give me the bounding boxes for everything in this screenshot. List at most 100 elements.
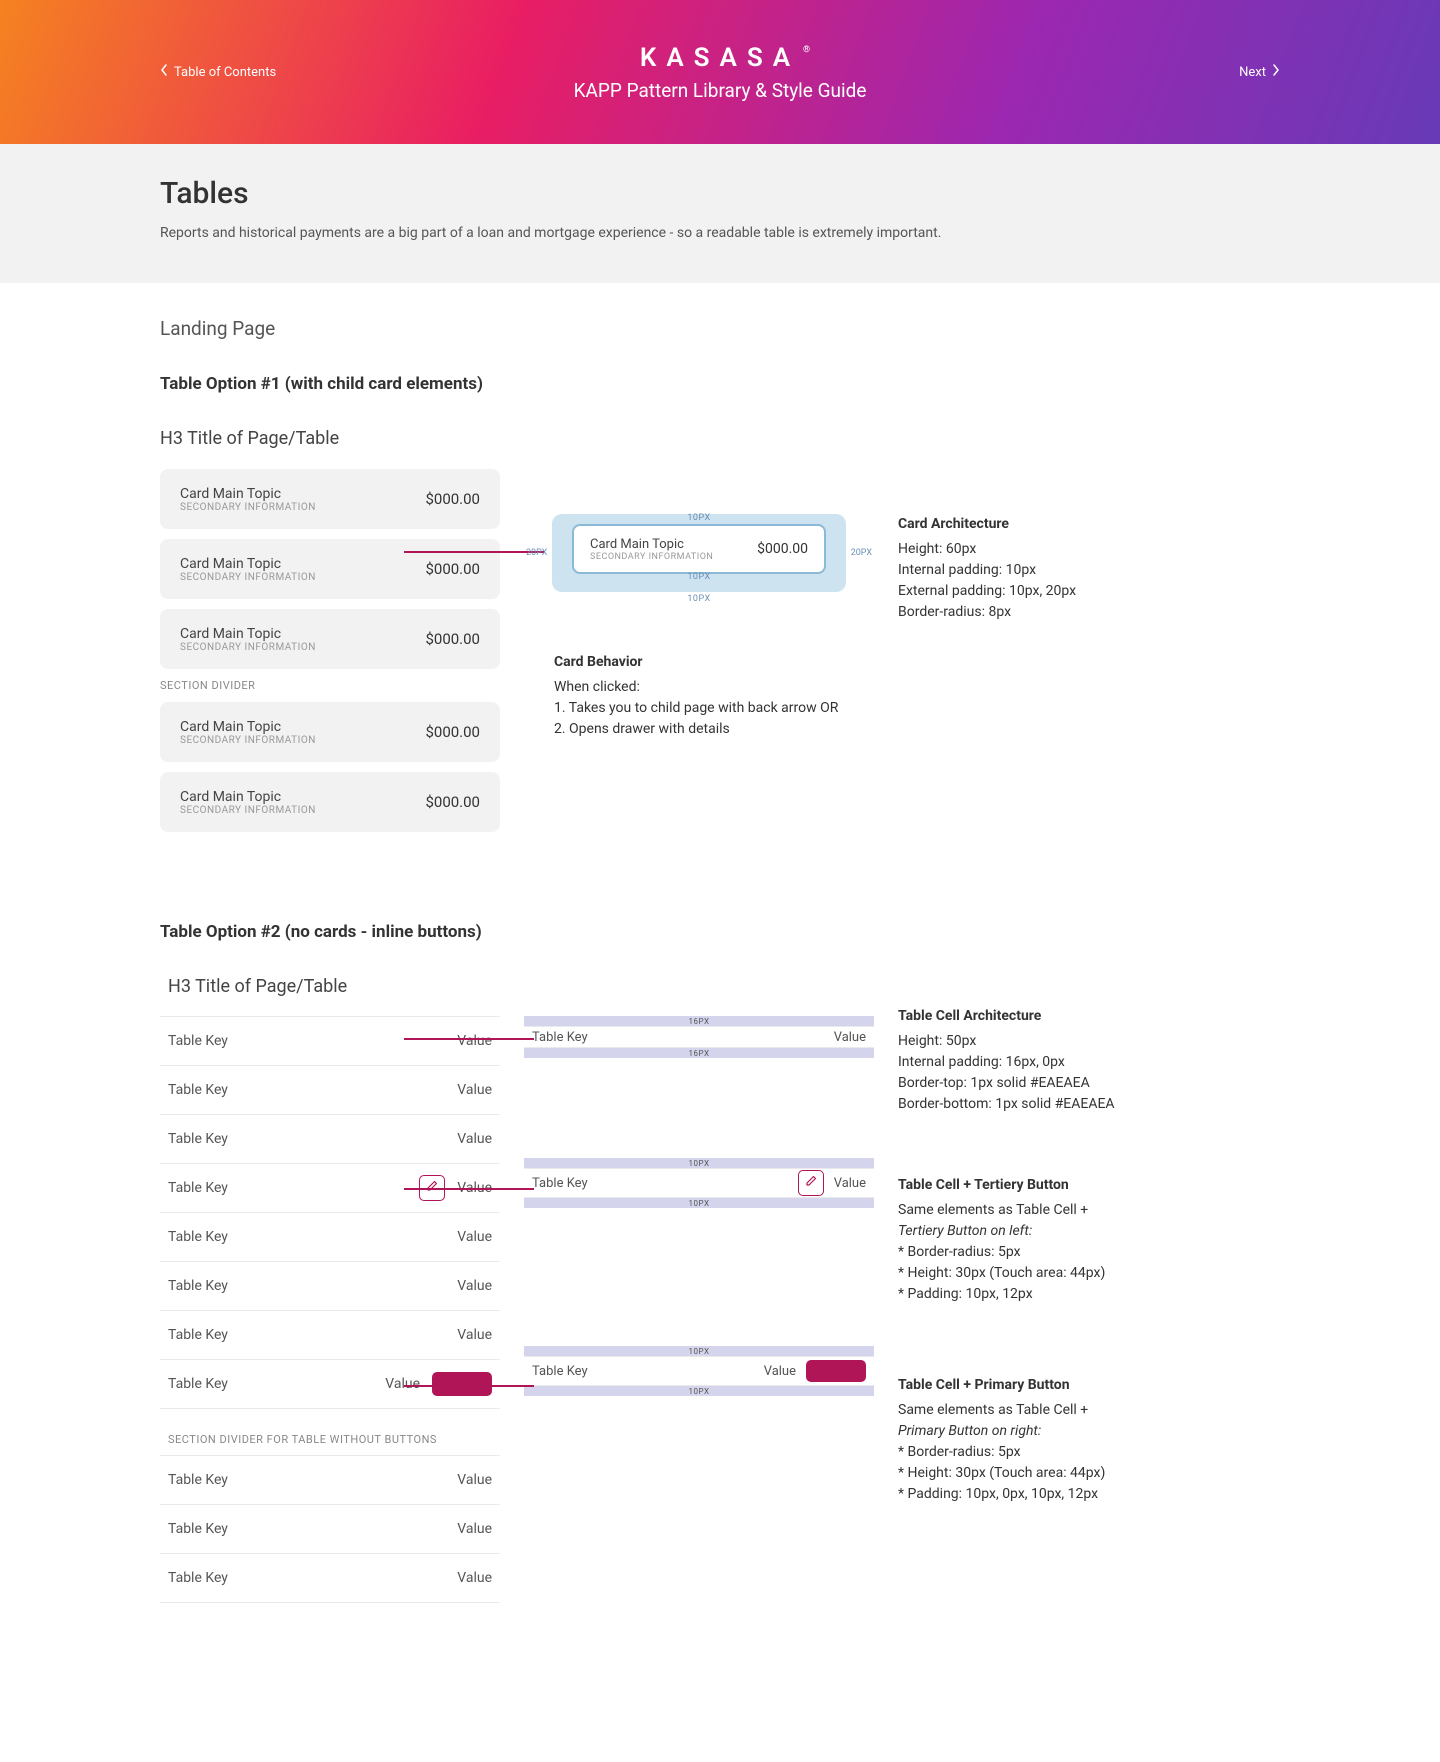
toc-link[interactable]: Table of Contents — [160, 64, 276, 80]
pencil-icon — [805, 1175, 817, 1191]
cell-primary-spec: Table Cell + Primary Button Same element… — [898, 1375, 1280, 1505]
spec-line: 1. Takes you to child page with back arr… — [554, 698, 874, 719]
logo: KASASA ® — [640, 43, 800, 73]
table-key: Table Key — [168, 1033, 228, 1049]
page-description: Reports and historical payments are a bi… — [160, 225, 1280, 241]
cell-tertiary-diagram: 10PX Table Key Value 10PX — [524, 1158, 874, 1208]
table-key: Table Key — [532, 1030, 588, 1045]
spec-line: * Padding: 10px, 0px, 10px, 12px — [898, 1484, 1280, 1505]
spec-line: Height: 50px — [898, 1031, 1280, 1052]
card-secondary: SECONDARY INFORMATION — [180, 642, 316, 653]
card-value: $000.00 — [425, 490, 480, 508]
card-value: $000.00 — [425, 630, 480, 648]
spec-line: * Height: 30px (Touch area: 44px) — [898, 1463, 1280, 1484]
page-title: Tables — [160, 176, 1280, 211]
card-item[interactable]: Card Main Topic SECONDARY INFORMATION $0… — [160, 772, 500, 832]
option1-heading: Table Option #1 (with child card element… — [160, 374, 1280, 394]
table-value: Value — [457, 1521, 492, 1537]
table-key: Table Key — [168, 1180, 228, 1196]
table-value: Value — [457, 1278, 492, 1294]
spec-line: * Height: 30px (Touch area: 44px) — [898, 1263, 1280, 1284]
card-secondary: SECONDARY INFORMATION — [180, 735, 316, 746]
spec-line: Border-top: 1px solid #EAEAEA — [898, 1073, 1280, 1094]
table-value: Value — [385, 1376, 420, 1392]
spec-title: Card Architecture — [898, 514, 1280, 535]
card-secondary: SECONDARY INFORMATION — [180, 502, 316, 513]
card-main: Card Main Topic — [180, 719, 316, 735]
card-list: Card Main Topic SECONDARY INFORMATION $0… — [160, 469, 500, 842]
chevron-right-icon — [1272, 64, 1280, 80]
table-row: Table Key Value — [160, 1016, 500, 1066]
logo-text: KASASA — [640, 43, 800, 73]
px-label: 10PX — [552, 594, 846, 604]
spec-line: Border-radius: 8px — [898, 602, 1280, 623]
spec-title: Table Cell Architecture — [898, 1006, 1280, 1027]
px-label: 16PX — [524, 1048, 874, 1058]
connector-line — [404, 1188, 534, 1190]
connector-line — [404, 1038, 534, 1040]
primary-button[interactable] — [432, 1372, 492, 1396]
spec-line: Same elements as Table Cell + — [898, 1400, 1280, 1421]
spec-line: Same elements as Table Cell + — [898, 1200, 1280, 1221]
card-value: $000.00 — [757, 541, 808, 557]
table-value: Value — [457, 1570, 492, 1586]
toc-label: Table of Contents — [174, 65, 276, 80]
spec-title: Card Behavior — [554, 652, 874, 673]
section-divider: SECTION DIVIDER FOR TABLE WITHOUT BUTTON… — [160, 1433, 500, 1446]
card-value: $000.00 — [425, 723, 480, 741]
primary-button[interactable] — [806, 1360, 866, 1382]
table-row: Table Key Value — [160, 1261, 500, 1311]
card-main: Card Main Topic — [180, 789, 316, 805]
table-example: H3 Title of Page/Table Table Key Value T… — [160, 976, 500, 1603]
table-row: Table Key Value — [160, 1504, 500, 1554]
card-spec-diagram: Card Main Topic SECONDARY INFORMATION $0… — [572, 524, 826, 574]
spec-line: * Border-radius: 5px — [898, 1442, 1280, 1463]
spec-line: 2. Opens drawer with details — [554, 719, 874, 740]
table-key: Table Key — [168, 1327, 228, 1343]
card-item[interactable]: Card Main Topic SECONDARY INFORMATION $0… — [160, 469, 500, 529]
table-value: Value — [457, 1229, 492, 1245]
px-label: 20PX — [851, 548, 872, 558]
table-row: Table Key Value — [160, 1455, 500, 1505]
card-secondary: SECONDARY INFORMATION — [180, 572, 316, 583]
spec-line: External padding: 10px, 20px — [898, 581, 1280, 602]
intro-section: Tables Reports and historical payments a… — [0, 144, 1440, 283]
table-key: Table Key — [168, 1278, 228, 1294]
card-secondary: SECONDARY INFORMATION — [590, 552, 713, 562]
chevron-left-icon — [160, 64, 168, 80]
page-header: Table of Contents Next KASASA ® KAPP Pat… — [0, 0, 1440, 144]
table-title: H3 Title of Page/Table — [160, 976, 500, 997]
card-item[interactable]: Card Main Topic SECONDARY INFORMATION $0… — [160, 609, 500, 669]
cell-primary-diagram: 10PX Table Key Value 10PX — [524, 1346, 874, 1396]
cell-architecture-spec: Table Cell Architecture Height: 50px Int… — [898, 1006, 1280, 1115]
table-row: Table Key Value — [160, 1310, 500, 1360]
table-row: Table Key Value — [160, 1065, 500, 1115]
card-main: Card Main Topic — [180, 626, 316, 642]
px-label: 10PX — [524, 1386, 874, 1396]
next-link[interactable]: Next — [1239, 64, 1280, 80]
table-key: Table Key — [168, 1521, 228, 1537]
spec-title: Table Cell + Tertiery Button — [898, 1175, 1280, 1196]
px-label: 10PX — [524, 1198, 874, 1208]
card-behavior-spec: Card Behavior When clicked: 1. Takes you… — [554, 652, 874, 740]
px-label: 10PX — [524, 1346, 874, 1356]
table-key: Table Key — [532, 1176, 588, 1191]
card-item[interactable]: Card Main Topic SECONDARY INFORMATION $0… — [160, 539, 500, 599]
spec-line: Internal padding: 10px — [898, 560, 1280, 581]
spec-title: Table Cell + Primary Button — [898, 1375, 1280, 1396]
option2-heading: Table Option #2 (no cards - inline butto… — [160, 922, 1280, 942]
connector-line — [404, 1385, 534, 1387]
spec-line: When clicked: — [554, 677, 874, 698]
spec-line: Height: 60px — [898, 539, 1280, 560]
px-label: 10PX — [552, 513, 846, 523]
card-value: $000.00 — [425, 793, 480, 811]
spec-line: Internal padding: 16px, 0px — [898, 1052, 1280, 1073]
card-item[interactable]: Card Main Topic SECONDARY INFORMATION $0… — [160, 702, 500, 762]
table-key: Table Key — [168, 1376, 228, 1392]
table-row: Table Key Value — [160, 1553, 500, 1603]
spec-line: Primary Button on right: — [898, 1421, 1280, 1442]
edit-button[interactable] — [798, 1170, 824, 1196]
card-diagram: 20PX 20PX 10PX Card Main Topic SECONDARY… — [524, 469, 874, 740]
table-row: Table Key Value — [160, 1359, 500, 1409]
table-key: Table Key — [168, 1229, 228, 1245]
